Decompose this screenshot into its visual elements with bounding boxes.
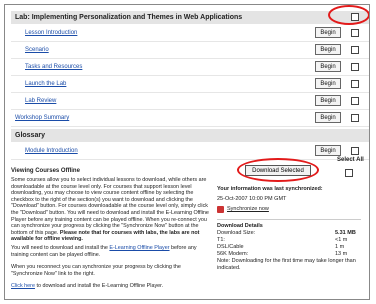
begin-button[interactable]: Begin xyxy=(315,95,341,106)
list-item: Scenario Begin xyxy=(11,42,369,59)
lesson-checkbox[interactable] xyxy=(351,97,359,105)
sync-icon xyxy=(217,206,224,213)
section-title: Glossary xyxy=(15,132,45,139)
offline-instructions: Some courses allow you to select individ… xyxy=(11,177,211,243)
size-label: Download Size: xyxy=(217,230,256,236)
list-item: Module Introduction Begin xyxy=(11,143,369,160)
click-here-note: Click here to download and install the E… xyxy=(11,283,211,290)
list-item: Lab Review Begin xyxy=(11,93,369,110)
begin-button[interactable]: Begin xyxy=(315,44,341,55)
lesson-checkbox[interactable] xyxy=(351,46,359,54)
list-item: Tasks and Resources Begin xyxy=(11,59,369,76)
lesson-checkbox[interactable] xyxy=(351,114,359,122)
highlight-circle-checkbox xyxy=(328,5,369,25)
select-all-checkbox[interactable] xyxy=(345,169,353,177)
lesson-link[interactable]: Lesson Introduction xyxy=(25,30,77,36)
lesson-checkbox[interactable] xyxy=(351,147,359,155)
lesson-link[interactable]: Lab Review xyxy=(25,98,56,104)
lesson-checkbox[interactable] xyxy=(351,29,359,37)
details-note: Note: Downloading for the first time may… xyxy=(217,258,356,271)
click-here-text: to download and install the E-Learning O… xyxy=(34,283,164,289)
section-header-glossary: Glossary xyxy=(11,129,369,142)
modem-label: 56K Modem: xyxy=(217,251,249,257)
offline-player-link[interactable]: E-Learning Offline Player xyxy=(109,245,169,251)
sync-label: Your information was last synchronized: xyxy=(217,186,323,192)
t1-label: T1: xyxy=(217,237,225,243)
begin-button[interactable]: Begin xyxy=(315,112,341,123)
lesson-link[interactable]: Tasks and Resources xyxy=(25,64,82,70)
begin-button[interactable]: Begin xyxy=(315,78,341,89)
lesson-link[interactable]: Scenario xyxy=(25,47,49,53)
lesson-link[interactable]: Module Introduction xyxy=(25,148,78,154)
section-title: Lab: Implementing Personalization and Th… xyxy=(15,14,243,21)
details-heading: Download Details xyxy=(217,223,263,229)
list-item: Launch the Lab Begin xyxy=(11,76,369,93)
dsl-label: DSL/Cable xyxy=(217,244,244,250)
divider xyxy=(217,219,361,220)
t1-value: <1 m xyxy=(335,237,348,243)
begin-button[interactable]: Begin xyxy=(315,27,341,38)
begin-button[interactable]: Begin xyxy=(315,145,341,156)
reconnect-note: When you reconnect you can synchronize y… xyxy=(11,264,181,277)
lesson-checkbox[interactable] xyxy=(351,63,359,71)
offline-para-text: Some courses allow you to select individ… xyxy=(11,177,209,236)
lesson-link[interactable]: Workshop Summary xyxy=(15,115,69,121)
modem-value: 13 m xyxy=(335,251,348,257)
begin-button[interactable]: Begin xyxy=(315,61,341,72)
highlight-circle-download xyxy=(237,158,319,182)
course-content-panel: Lab: Implementing Personalization and Th… xyxy=(4,4,370,300)
offline-heading: Viewing Courses Offline xyxy=(11,168,80,174)
lesson-link[interactable]: Launch the Lab xyxy=(25,81,66,87)
lesson-checkbox[interactable] xyxy=(351,80,359,88)
section-header-lab: Lab: Implementing Personalization and Th… xyxy=(11,11,369,24)
install-note: You will need to download and install th… xyxy=(11,245,211,258)
dsl-value: 1 m xyxy=(335,244,345,250)
synchronize-now-link[interactable]: Synchronize now xyxy=(227,206,269,212)
size-value: 5.31 MB xyxy=(335,230,356,236)
list-item: Lesson Introduction Begin xyxy=(11,25,369,42)
list-item: Workshop Summary Begin xyxy=(11,110,369,127)
sync-date: 25-Oct-2007 10:00 PM GMT xyxy=(217,196,287,202)
select-all-label: Select All xyxy=(337,157,364,163)
install-text: You will need to download and install th… xyxy=(11,245,110,251)
click-here-link[interactable]: Click here xyxy=(11,283,35,289)
